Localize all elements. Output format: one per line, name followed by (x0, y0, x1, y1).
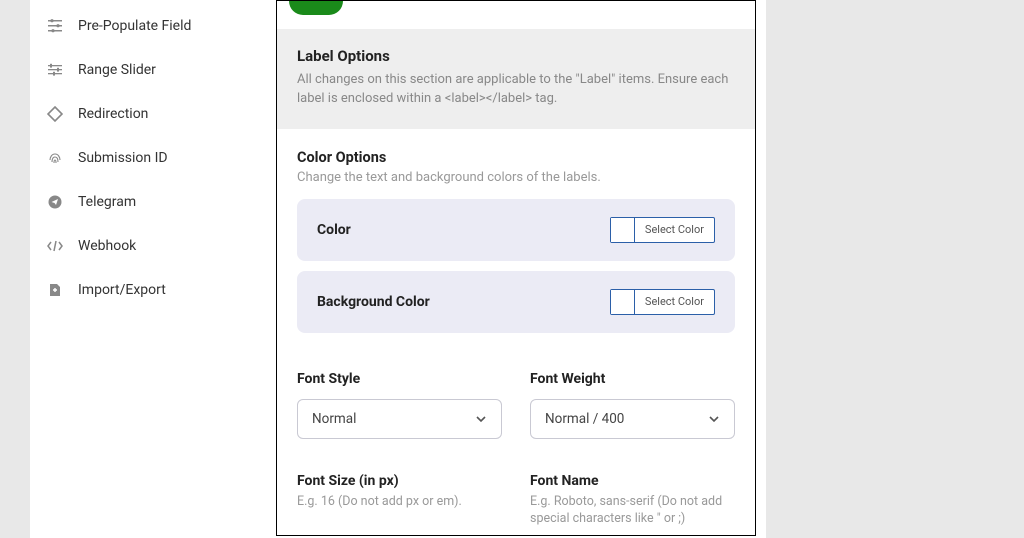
font-size-hint: E.g. 16 (Do not add px or em). (297, 493, 502, 511)
font-name-hint: E.g. Roboto, sans-serif (Do not add spec… (530, 493, 735, 528)
sidebar-item-label: Telegram (78, 194, 136, 210)
font-row-1: Font Style Normal Font Weight Normal / 4… (297, 371, 735, 439)
sliders-icon (46, 17, 64, 35)
color-swatch-icon (611, 290, 635, 314)
color-options-title: Color Options (297, 149, 735, 166)
toggle-wrap (277, 1, 755, 29)
fingerprint-icon (46, 149, 64, 167)
font-style-col: Font Style Normal (297, 371, 502, 439)
diamond-icon (46, 105, 64, 123)
sidebar-item-label: Pre-Populate Field (78, 18, 191, 34)
enable-toggle[interactable] (289, 1, 343, 15)
color-swatch-icon (611, 218, 635, 242)
color-btn-text: Select Color (635, 218, 714, 242)
font-weight-value: Normal / 400 (545, 411, 624, 427)
sidebar-item-label: Webhook (78, 238, 136, 254)
settings-panel: Label Options All changes on this sectio… (276, 0, 756, 536)
font-weight-select[interactable]: Normal / 400 (530, 399, 735, 439)
color-row-label: Background Color (317, 294, 430, 310)
font-name-label: Font Name (530, 473, 735, 489)
font-weight-label: Font Weight (530, 371, 735, 387)
font-style-value: Normal (312, 411, 356, 427)
send-icon (46, 193, 64, 211)
sidebar-item-submission-id[interactable]: Submission ID (30, 136, 260, 180)
color-row-label: Color (317, 222, 351, 238)
sidebar-item-label: Range Slider (78, 62, 156, 78)
api-icon (46, 237, 64, 255)
panel-body: Color Options Change the text and backgr… (277, 129, 755, 528)
font-style-label: Font Style (297, 371, 502, 387)
sidebar-item-pre-populate-field[interactable]: Pre-Populate Field (30, 4, 260, 48)
sidebar-item-webhook[interactable]: Webhook (30, 224, 260, 268)
font-size-col: Font Size (in px) E.g. 16 (Do not add px… (297, 473, 502, 528)
section-header: Label Options All changes on this sectio… (277, 29, 755, 129)
color-btn-text: Select Color (635, 290, 714, 314)
left-gutter (0, 0, 30, 538)
color-row-text: Color Select Color (297, 199, 735, 261)
color-options-desc: Change the text and background colors of… (297, 170, 735, 185)
sidebar-item-import-export[interactable]: Import/Export (30, 268, 260, 312)
font-size-label: Font Size (in px) (297, 473, 502, 489)
sidebar: Pre-Populate Field Range Slider Redirect… (30, 0, 260, 538)
font-name-col: Font Name E.g. Roboto, sans-serif (Do no… (530, 473, 735, 528)
font-style-select[interactable]: Normal (297, 399, 502, 439)
content-wrap: Pre-Populate Field Range Slider Redirect… (30, 0, 766, 538)
color-row-background: Background Color Select Color (297, 271, 735, 333)
sidebar-item-label: Submission ID (78, 150, 168, 166)
select-color-button[interactable]: Select Color (610, 217, 715, 243)
right-gutter (766, 0, 1024, 538)
sidebar-item-telegram[interactable]: Telegram (30, 180, 260, 224)
chevron-down-icon (708, 413, 720, 425)
font-row-2: Font Size (in px) E.g. 16 (Do not add px… (297, 473, 735, 528)
section-desc: All changes on this section are applicab… (297, 71, 735, 109)
import-export-icon (46, 281, 64, 299)
sidebar-item-label: Redirection (78, 106, 148, 122)
sliders-h-icon (46, 61, 64, 79)
section-title: Label Options (297, 47, 735, 65)
chevron-down-icon (475, 413, 487, 425)
sidebar-item-range-slider[interactable]: Range Slider (30, 48, 260, 92)
main-area: Label Options All changes on this sectio… (260, 0, 766, 538)
font-weight-col: Font Weight Normal / 400 (530, 371, 735, 439)
sidebar-item-redirection[interactable]: Redirection (30, 92, 260, 136)
page: Pre-Populate Field Range Slider Redirect… (0, 0, 1024, 538)
select-bgcolor-button[interactable]: Select Color (610, 289, 715, 315)
sidebar-item-label: Import/Export (78, 282, 166, 298)
